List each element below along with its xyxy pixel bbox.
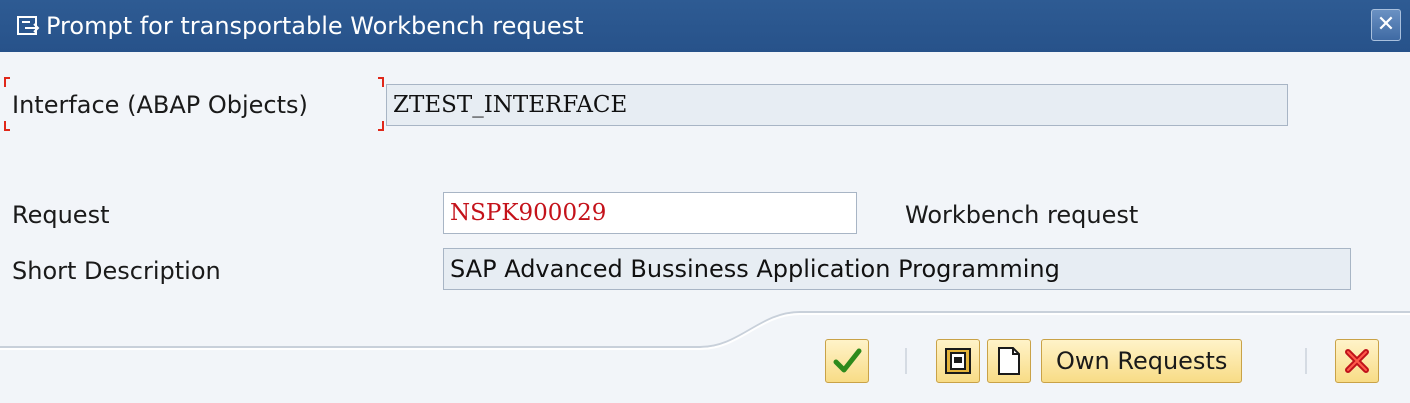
object-name-field: ZTEST_INTERFACE [386, 84, 1288, 126]
focus-bracket-tl [4, 77, 10, 87]
request-input[interactable]: NSPK900029 [443, 192, 857, 234]
close-button[interactable]: ✕ [1371, 9, 1401, 41]
own-requests-button[interactable]: Own Requests [1041, 339, 1243, 383]
choose-icon [945, 348, 971, 374]
dialog-title: Prompt for transportable Workbench reque… [46, 12, 584, 40]
checkmark-icon [833, 348, 862, 373]
continue-button[interactable] [825, 339, 869, 383]
dialog-content: Interface (ABAP Objects) ZTEST_INTERFACE… [0, 52, 1410, 403]
transport-request-dialog: Prompt for transportable Workbench reque… [0, 0, 1410, 403]
close-icon: ✕ [1376, 12, 1396, 37]
toolbar-separator [1305, 348, 1307, 374]
cancel-x-icon [1345, 349, 1369, 373]
focus-bracket-br [378, 121, 384, 131]
toolbar-separator [905, 348, 907, 374]
new-document-icon [998, 347, 1020, 375]
title-bar: Prompt for transportable Workbench reque… [0, 0, 1410, 52]
request-label: Request [12, 201, 110, 229]
create-request-button[interactable] [987, 339, 1031, 383]
focus-bracket-tr [378, 77, 384, 87]
focus-bracket-bl [4, 121, 10, 131]
request-type-text: Workbench request [905, 201, 1139, 229]
short-description-field: SAP Advanced Bussiness Application Progr… [443, 248, 1351, 290]
cancel-button[interactable] [1335, 339, 1379, 383]
dialog-icon [16, 14, 42, 38]
object-type-label: Interface (ABAP Objects) [12, 91, 308, 119]
short-description-label: Short Description [12, 257, 221, 285]
choose-button[interactable] [936, 339, 980, 383]
